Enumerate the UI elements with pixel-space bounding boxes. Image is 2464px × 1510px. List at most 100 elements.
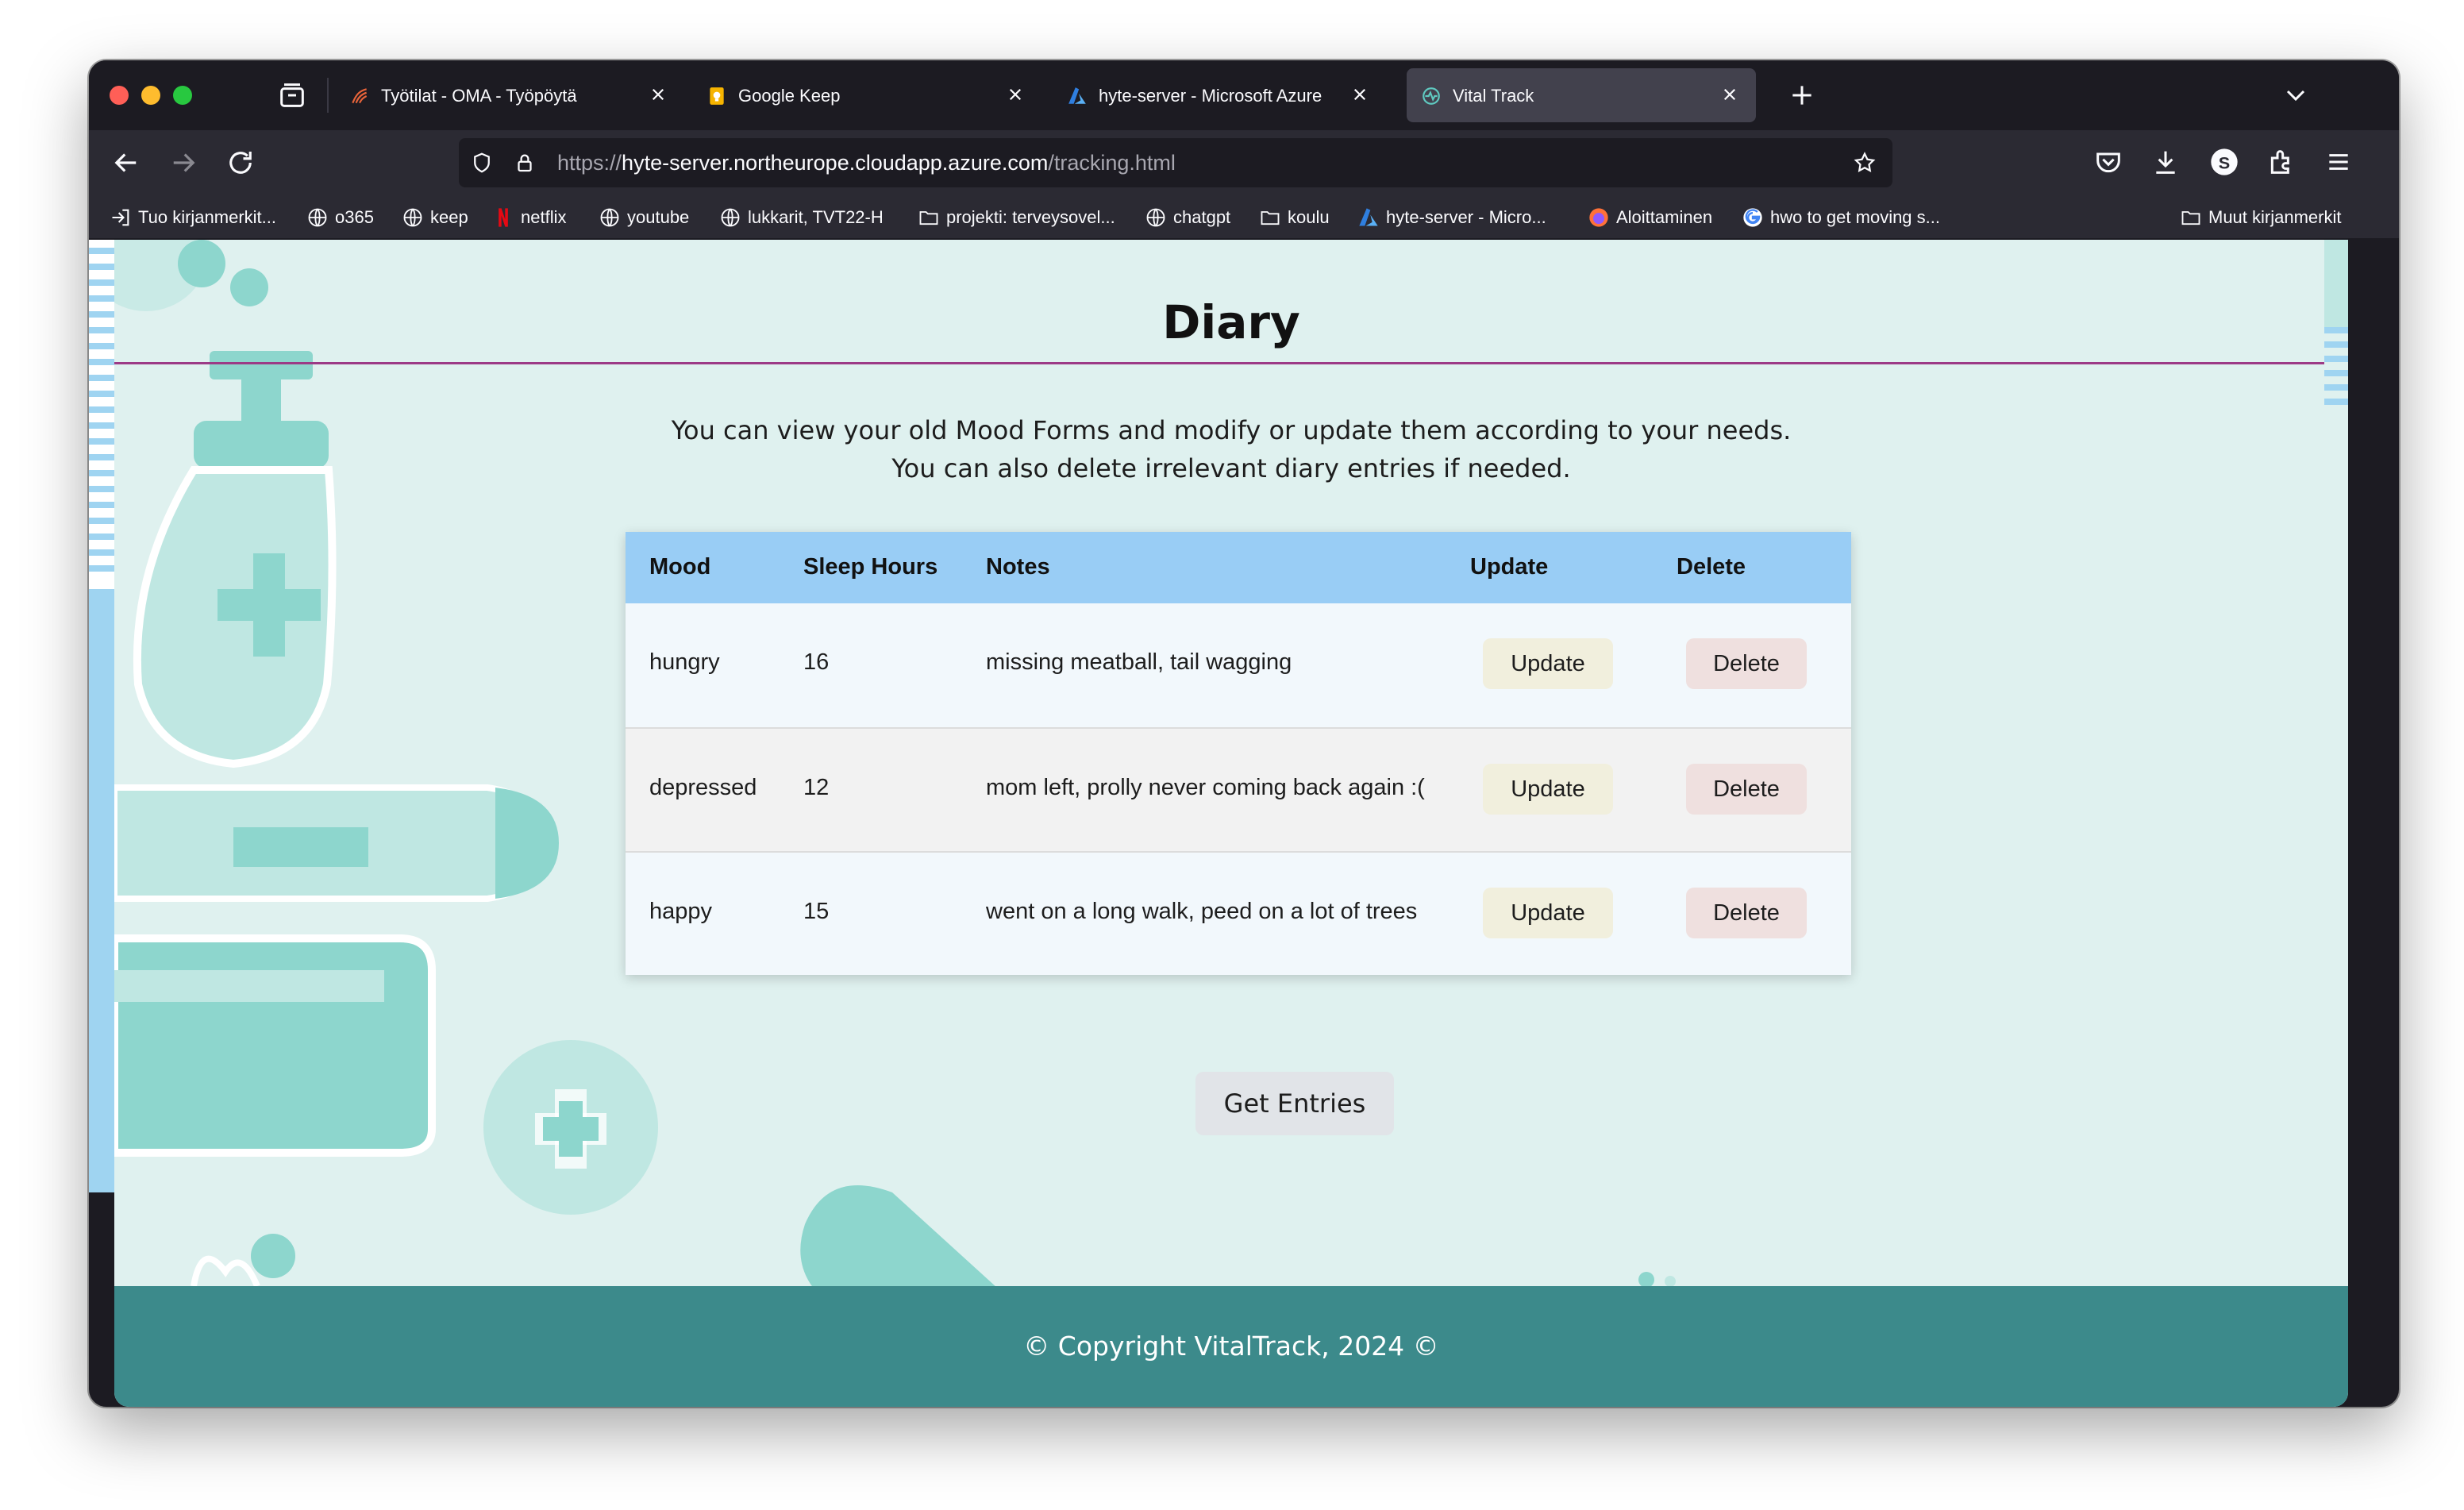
bookmark-o365[interactable]: o365 (306, 205, 374, 230)
extensions-icon[interactable] (2266, 146, 2297, 178)
bookmark-keep[interactable]: keep (402, 205, 468, 230)
cell-mood: happy (649, 899, 713, 924)
folder-icon (919, 211, 938, 225)
cell-notes: missing meatball, tail wagging (986, 649, 1292, 675)
bookmarks-bar: Tuo kirjanmerkit... o365 keep netflix yo… (89, 195, 2399, 240)
import-icon (112, 209, 129, 226)
update-button[interactable]: Update (1483, 888, 1613, 938)
tab-vital-track[interactable]: Vital Track (1407, 68, 1756, 122)
bookmark-aloittaminen[interactable]: Aloittaminen (1588, 205, 1712, 230)
intro-line: You can view your old Mood Forms and mod… (671, 415, 1792, 445)
table-header: Mood Sleep Hours Notes Update Delete (626, 532, 1851, 603)
tab-google-keep[interactable]: Google Keep (692, 68, 1041, 122)
list-all-tabs-icon[interactable] (2280, 79, 2312, 111)
bookmark-label: Muut kirjanmerkit (2208, 207, 2342, 227)
tab-azure[interactable]: hyte-server - Microsoft Azure (1053, 68, 1386, 122)
close-tab-icon[interactable] (646, 83, 670, 106)
table-row: happy 15 went on a long walk, peed on a … (626, 851, 1851, 975)
cell-sleep-hours: 15 (803, 899, 830, 924)
bookmark-label: Tuo kirjanmerkit... (138, 207, 277, 227)
lock-icon[interactable] (513, 151, 537, 175)
right-edge-stripes (2324, 240, 2348, 1286)
tab-label: hyte-server - Microsoft Azure (1099, 86, 1322, 106)
title-divider (114, 362, 2348, 364)
get-entries-button[interactable]: Get Entries (1195, 1072, 1394, 1135)
pocket-icon[interactable] (2092, 146, 2124, 178)
bookmark-label: lukkarit, TVT22-H (748, 207, 884, 227)
tab-separator (327, 78, 329, 113)
url-bar[interactable]: https://hyte-server.northeurope.cloudapp… (459, 138, 1892, 187)
tab-label: Vital Track (1453, 86, 1534, 106)
cell-sleep-hours: 16 (803, 649, 830, 675)
bookmark-label: hyte-server - Micro... (1386, 207, 1546, 227)
azure-icon (1359, 208, 1378, 226)
url-path: /tracking.html (1048, 151, 1176, 175)
google-keep-icon (710, 87, 724, 105)
column-header-notes: Notes (986, 554, 1050, 580)
new-tab-icon[interactable] (1786, 79, 1818, 111)
update-button[interactable]: Update (1483, 638, 1613, 689)
downloads-icon[interactable] (2150, 146, 2181, 178)
copyright-text: © Copyright VitalTrack, 2024 © (1023, 1331, 1439, 1362)
bookmark-label: koulu (1288, 207, 1330, 227)
bookmark-hyte-server[interactable]: hyte-server - Micro... (1357, 205, 1546, 230)
bookmark-other-folder[interactable]: Muut kirjanmerkit (2180, 205, 2341, 230)
bookmark-projekti[interactable]: projekti: terveysovel... (918, 205, 1115, 230)
firefox-icon (1589, 208, 1608, 227)
menu-icon[interactable] (2323, 146, 2354, 178)
folder-icon (1261, 211, 1280, 225)
bookmark-label: keep (430, 207, 468, 227)
forward-icon[interactable] (167, 146, 200, 179)
tab-tyotilat[interactable]: Työtilat - OMA - Työpöytä (335, 68, 684, 122)
intro-text: You can view your old Mood Forms and mod… (114, 411, 2348, 487)
column-header-sleep-hours: Sleep Hours (803, 554, 938, 580)
reload-icon[interactable] (224, 146, 257, 179)
delete-button[interactable]: Delete (1686, 638, 1807, 689)
close-tab-icon[interactable] (1718, 83, 1742, 106)
cell-mood: hungry (649, 649, 720, 675)
shield-icon[interactable] (470, 151, 494, 175)
navigation-bar: https://hyte-server.northeurope.cloudapp… (89, 130, 2399, 195)
close-tab-icon[interactable] (1348, 83, 1372, 106)
cell-sleep-hours: 12 (803, 775, 830, 800)
back-icon[interactable] (110, 146, 143, 179)
cell-mood: depressed (649, 775, 757, 800)
close-window-button[interactable] (110, 86, 129, 105)
bookmark-label: chatgpt (1173, 207, 1231, 227)
bookmark-youtube[interactable]: youtube (599, 205, 689, 230)
bookmark-hwo-to-get-moving[interactable]: hwo to get moving s... (1742, 205, 1940, 230)
globe-icon (1146, 208, 1165, 227)
update-button[interactable]: Update (1483, 764, 1613, 815)
zoom-window-button[interactable] (173, 86, 192, 105)
minimize-window-button[interactable] (141, 86, 160, 105)
account-icon[interactable]: S (2208, 146, 2240, 178)
tab-label: Google Keep (738, 86, 841, 106)
bookmark-label: Aloittaminen (1616, 207, 1713, 227)
globe-icon (308, 208, 327, 227)
column-header-delete: Delete (1677, 554, 1746, 580)
globe-icon (403, 208, 422, 227)
bookmark-lukkarit[interactable]: lukkarit, TVT22-H (719, 205, 884, 230)
bookmark-label: hwo to get moving s... (1770, 207, 1940, 227)
azure-icon (1068, 87, 1086, 104)
folder-icon (2181, 211, 2200, 225)
url-host: hyte-server.northeurope.cloudapp.azure.c… (622, 151, 1049, 175)
tab-strip: Työtilat - OMA - Työpöytä Google Keep hy… (89, 60, 2399, 130)
delete-button[interactable]: Delete (1686, 764, 1807, 815)
bookmark-chatgpt[interactable]: chatgpt (1145, 205, 1230, 230)
column-header-mood: Mood (649, 554, 711, 580)
bookmark-netflix[interactable]: netflix (492, 205, 566, 230)
bookmark-koulu[interactable]: koulu (1259, 205, 1330, 230)
delete-button[interactable]: Delete (1686, 888, 1807, 938)
tab-view-icon[interactable] (276, 79, 308, 111)
footer: © Copyright VitalTrack, 2024 © (114, 1286, 2348, 1407)
url-scheme: https:// (557, 151, 622, 175)
google-icon (1743, 208, 1762, 227)
bookmark-label: o365 (335, 207, 374, 227)
url-text[interactable]: https://hyte-server.northeurope.cloudapp… (557, 151, 1176, 175)
bookmark-import[interactable]: Tuo kirjanmerkit... (110, 205, 276, 230)
table-row: depressed 12 mom left, prolly never comi… (626, 727, 1851, 851)
close-tab-icon[interactable] (1003, 83, 1027, 106)
cell-notes: mom left, prolly never coming back again… (986, 775, 1425, 800)
bookmark-star-icon[interactable] (1853, 151, 1877, 175)
